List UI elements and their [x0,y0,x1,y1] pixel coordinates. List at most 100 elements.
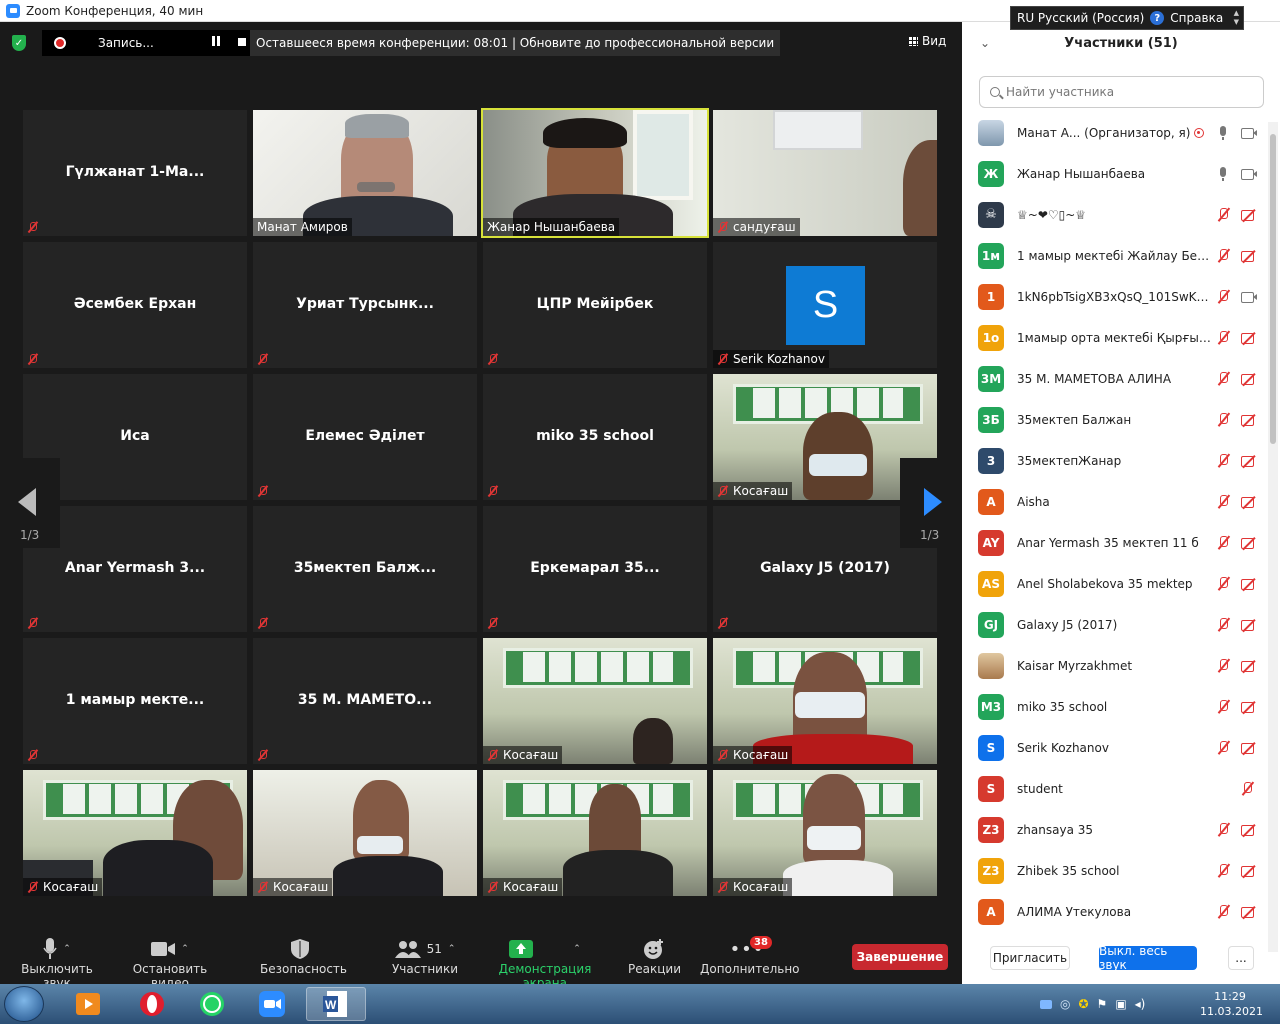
help-icon[interactable]: ? [1150,11,1165,25]
tray-flag-icon[interactable]: ⚑ [1097,997,1108,1011]
mic-muted-icon[interactable] [1217,494,1229,509]
video-tile[interactable]: ЦПР Мейірбек [483,242,707,368]
camera-off-icon[interactable] [1241,619,1257,631]
mic-muted-icon[interactable] [1217,535,1229,550]
reactions-label[interactable]: Реакции [628,962,681,976]
reaction-smiley-icon[interactable] [643,938,665,960]
panel-more-button[interactable]: ... [1228,946,1254,970]
participant-row[interactable]: S Serik Kozhanov [962,727,1268,768]
invite-button[interactable]: Пригласить [990,946,1070,970]
security-shield-icon[interactable] [291,939,309,959]
end-meeting-button[interactable]: Завершение [852,944,948,970]
video-tile[interactable]: miko 35 school [483,374,707,500]
camera-on-icon[interactable] [1241,168,1257,180]
mic-muted-icon[interactable] [1217,289,1229,304]
reactions-button[interactable]: Реакции [628,936,681,976]
participant-row[interactable]: Kaisar Myrzakhmet [962,645,1268,686]
participant-row[interactable]: Sstudent [962,768,1268,809]
video-tile[interactable]: Косағаш [23,770,247,896]
video-camera-icon[interactable] [151,941,176,957]
camera-off-icon[interactable] [1241,496,1257,508]
camera-off-icon[interactable] [1241,824,1257,836]
mic-muted-icon[interactable] [1217,617,1229,632]
mute-all-button[interactable]: Выкл. весь звук [1099,944,1197,972]
camera-off-icon[interactable] [1241,578,1257,590]
camera-off-icon[interactable] [1241,332,1257,344]
participant-row[interactable]: AY Anar Yermash 35 мектеп 11 б [962,522,1268,563]
camera-off-icon[interactable] [1241,537,1257,549]
stop-recording-icon[interactable] [238,38,246,46]
tray-zoom-icon[interactable] [1040,999,1052,1009]
mic-muted-icon[interactable] [1217,822,1229,837]
participant-row[interactable]: Ж Жанар Нышанбаева [962,153,1268,194]
participant-row[interactable]: A Aisha [962,481,1268,522]
camera-off-icon[interactable] [1241,742,1257,754]
participant-search-input[interactable]: Найти участника [979,76,1264,108]
help-label[interactable]: Справка [1170,11,1223,25]
mic-muted-icon[interactable] [1217,699,1229,714]
video-tile[interactable]: Косағаш [713,770,937,896]
language-label[interactable]: RU Русский (Россия) [1017,11,1144,25]
share-screen-icon[interactable] [509,940,534,958]
video-tile[interactable]: Косағаш [483,770,707,896]
participant-row[interactable]: Z3 zhansaya 35 [962,809,1268,850]
video-tile[interactable]: Жанар Нышанбаева [481,108,709,238]
video-tile[interactable]: Әсембек Ерхан [23,242,247,368]
language-bar[interactable]: RU Русский (Россия) ? Справка ▲ ▼ [1010,6,1244,30]
camera-on-icon[interactable] [1241,127,1257,139]
tray-volume-icon[interactable]: ◂) [1135,997,1146,1011]
camera-off-icon[interactable] [1241,660,1257,672]
tray-network-icon[interactable]: ◎ [1060,997,1070,1011]
next-page-button[interactable]: 1/3 [900,458,960,548]
share-screen-button[interactable]: ⌃ Демонстрация экрана [482,936,608,990]
search-placeholder[interactable]: Найти участника [1006,85,1114,99]
arrow-right-icon[interactable] [924,488,942,516]
mic-on-icon[interactable] [1217,166,1229,181]
video-tile[interactable]: Манат Амиров [253,110,477,236]
pause-recording-icon[interactable] [212,36,220,46]
video-tile[interactable]: сандуғаш [713,110,937,236]
mic-muted-icon[interactable] [1217,658,1229,673]
camera-off-icon[interactable] [1241,701,1257,713]
participant-row[interactable]: А АЛИМА Утекулова [962,891,1268,932]
camera-off-icon[interactable] [1241,455,1257,467]
tray-security-icon[interactable]: ✪ [1078,997,1088,1011]
video-tile[interactable]: Косағаш [253,770,477,896]
participant-row[interactable]: Z3 Zhibek 35 school [962,850,1268,891]
view-label[interactable]: Вид [922,34,946,48]
video-tile[interactable]: Елемес Әділет [253,374,477,500]
video-tile[interactable]: Уриат Турсынк... [253,242,477,368]
arrow-left-icon[interactable] [18,488,36,516]
langbar-scroll-icon[interactable]: ▲ ▼ [1234,9,1239,27]
video-tile[interactable]: Косағаш [713,638,937,764]
camera-off-icon[interactable] [1241,906,1257,918]
more-button[interactable]: ••• 38 Дополнительно [700,936,800,976]
security-label[interactable]: Безопасность [260,962,347,976]
camera-off-icon[interactable] [1241,250,1257,262]
taskbar-word-icon[interactable]: W [306,987,366,1021]
camera-off-icon[interactable] [1241,373,1257,385]
participant-row[interactable]: Манат А... (Организатор, я) [962,112,1268,153]
participant-row[interactable]: ☠ ♕~❤♡▯~♕ [962,194,1268,235]
security-button[interactable]: Безопасность [260,936,347,976]
camera-off-icon[interactable] [1241,209,1257,221]
video-tile[interactable]: 1 мамыр мекте... [23,638,247,764]
participant-row[interactable]: AS Anel Sholabekova 35 mektep [962,563,1268,604]
camera-on-icon[interactable] [1241,291,1257,303]
participants-caret-icon[interactable]: ⌃ [448,944,456,954]
mic-muted-icon[interactable] [1217,904,1229,919]
mic-muted-icon[interactable] [1217,207,1229,222]
video-tile[interactable]: 35 М. МАМЕТО... [253,638,477,764]
mic-muted-icon[interactable] [1217,576,1229,591]
taskbar-zoom-icon[interactable] [244,987,300,1021]
share-caret-icon[interactable]: ⌃ [573,944,581,954]
taskbar-whatsapp-icon[interactable] [184,987,240,1021]
participants-button[interactable]: 51 ⌃ Участники [378,936,472,976]
stop-video-button[interactable]: ⌃ Остановить видео [118,936,222,990]
participant-row[interactable]: 1o 1мамыр орта мектебі Қырғыз... [962,317,1268,358]
video-tile[interactable]: Еркемарал 35... [483,506,707,632]
taskbar-clock[interactable]: 11:29 11.03.2021 [1200,989,1263,1019]
participants-label[interactable]: Участники [378,962,472,976]
grid-view-icon[interactable] [908,36,918,46]
view-toggle[interactable]: Вид [908,34,946,48]
